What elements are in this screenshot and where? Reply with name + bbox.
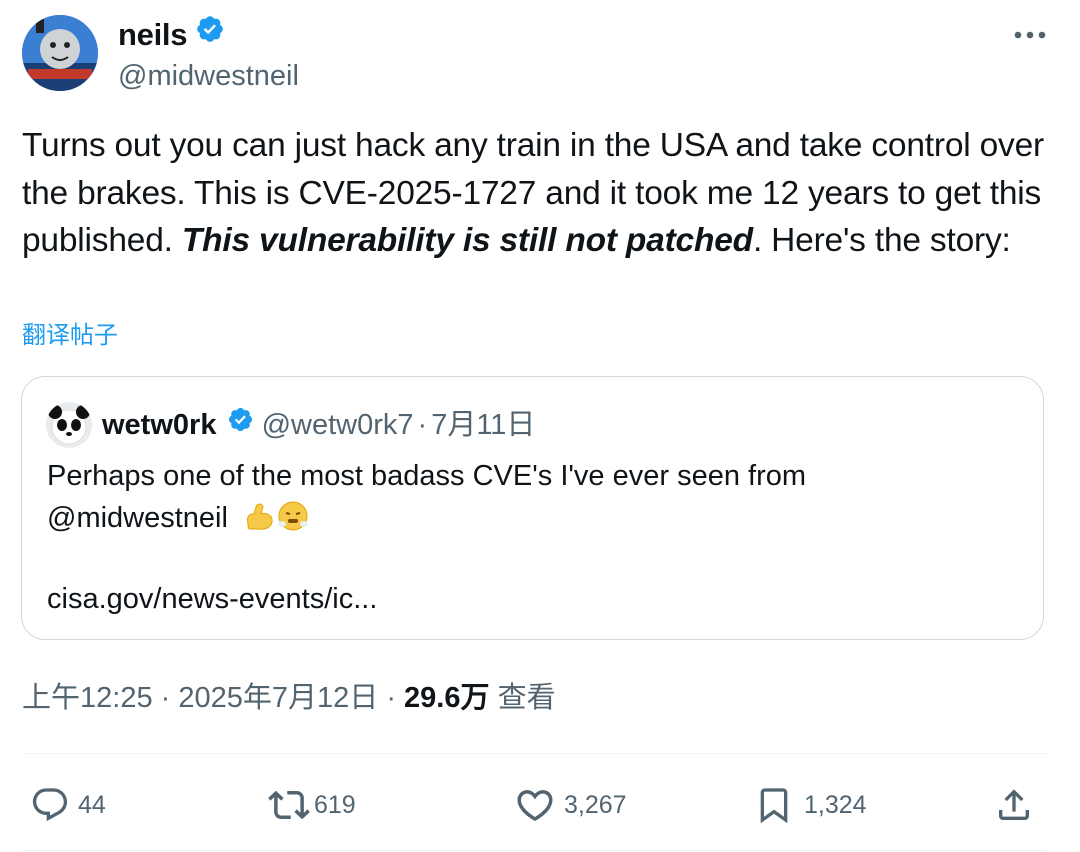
quoted-author-name[interactable]: wetw0rk <box>102 409 216 441</box>
verified-badge-icon <box>195 14 225 54</box>
quoted-separator: · <box>417 409 428 441</box>
author-display-name[interactable]: neils <box>118 15 225 57</box>
quoted-author-handle[interactable]: @wetw0rk7 <box>262 409 414 441</box>
bookmark-button[interactable]: 1,324 <box>754 782 867 828</box>
author-handle[interactable]: @midwestneil <box>118 56 299 96</box>
tweet-text-part2: . Here's the story: <box>752 222 1011 259</box>
meta-separator: · <box>378 682 405 714</box>
translate-post-link[interactable]: 翻译帖子 <box>22 320 118 352</box>
divider <box>22 753 1046 754</box>
like-icon <box>514 784 556 826</box>
divider <box>22 850 1046 851</box>
quoted-text-line2: @midwestneil <box>47 497 1027 539</box>
quoted-date[interactable]: 7月11日 <box>431 409 535 441</box>
share-button[interactable] <box>994 782 1034 828</box>
face-with-steam-emoji <box>276 499 310 533</box>
like-button[interactable]: 3,267 <box>514 782 627 828</box>
author-avatar[interactable] <box>22 15 98 91</box>
repost-button[interactable]: 619 <box>268 782 356 828</box>
tweet-meta: 上午12:25 · 2025年7月12日 · 29.6万 查看 <box>22 678 556 718</box>
tweet-text-emphasis: This vulnerability is still not patched <box>181 222 753 259</box>
like-count: 3,267 <box>564 790 627 819</box>
bookmark-count: 1,324 <box>804 790 867 819</box>
bookmark-icon <box>754 785 794 825</box>
quoted-author-avatar[interactable] <box>46 402 92 448</box>
more-options-icon[interactable] <box>1010 18 1050 52</box>
author-name-text[interactable]: neils <box>118 17 187 52</box>
tweet-time[interactable]: 上午12:25 <box>22 682 153 714</box>
quoted-text-line1: Perhaps one of the most badass CVE's I'v… <box>47 460 807 492</box>
meta-separator: · <box>152 682 179 714</box>
tweet-text: Turns out you can just hack any train in… <box>22 122 1062 265</box>
repost-icon <box>268 784 310 826</box>
reply-icon <box>30 785 70 825</box>
quoted-verified-badge-icon <box>227 404 254 444</box>
repost-count: 619 <box>314 790 356 819</box>
quoted-mention: @midwestneil <box>47 502 228 534</box>
reply-button[interactable]: 44 <box>30 782 106 828</box>
quoted-tweet-text: Perhaps one of the most badass CVE's I'v… <box>47 455 1027 539</box>
quoted-link[interactable]: cisa.gov/news-events/ic... <box>47 578 377 620</box>
views-label[interactable]: 查看 <box>498 682 556 714</box>
share-icon <box>994 785 1034 825</box>
flexed-biceps-emoji <box>242 499 276 533</box>
views-count: 29.6万 <box>404 682 490 714</box>
quoted-tweet-header: wetw0rk @wetw0rk7 · 7月11日 <box>102 405 535 446</box>
tweet-date[interactable]: 2025年7月12日 <box>178 682 378 714</box>
reply-count: 44 <box>78 790 106 819</box>
